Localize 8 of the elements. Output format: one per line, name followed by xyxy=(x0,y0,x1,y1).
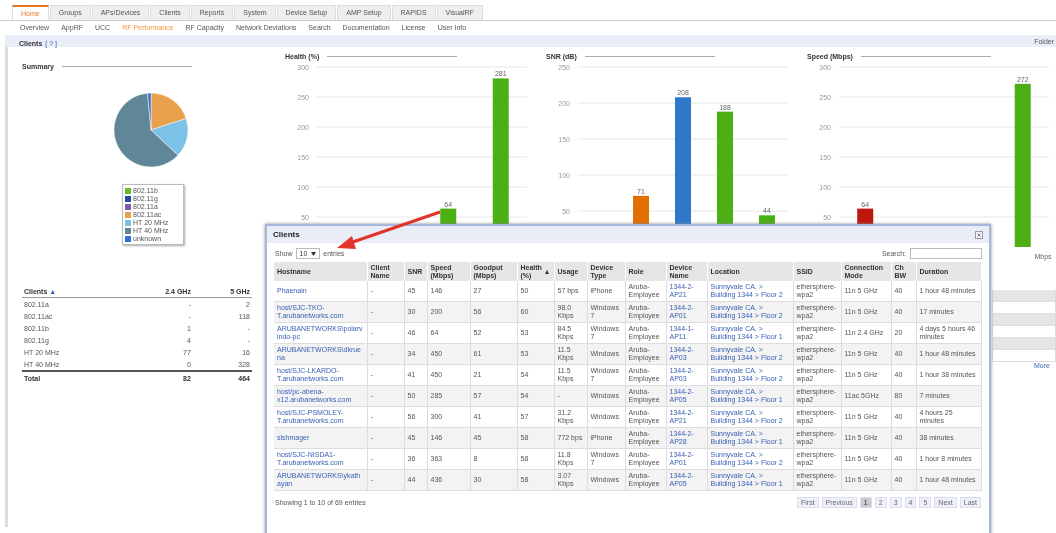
table-row xyxy=(992,338,1056,350)
dialog-title: Clients xyxy=(273,230,300,239)
table-row xyxy=(992,350,1056,362)
search-field[interactable] xyxy=(910,248,982,259)
caret-icon xyxy=(311,251,317,256)
close-icon[interactable] xyxy=(975,230,983,239)
table-row xyxy=(992,290,1056,302)
table-row xyxy=(992,314,1056,326)
